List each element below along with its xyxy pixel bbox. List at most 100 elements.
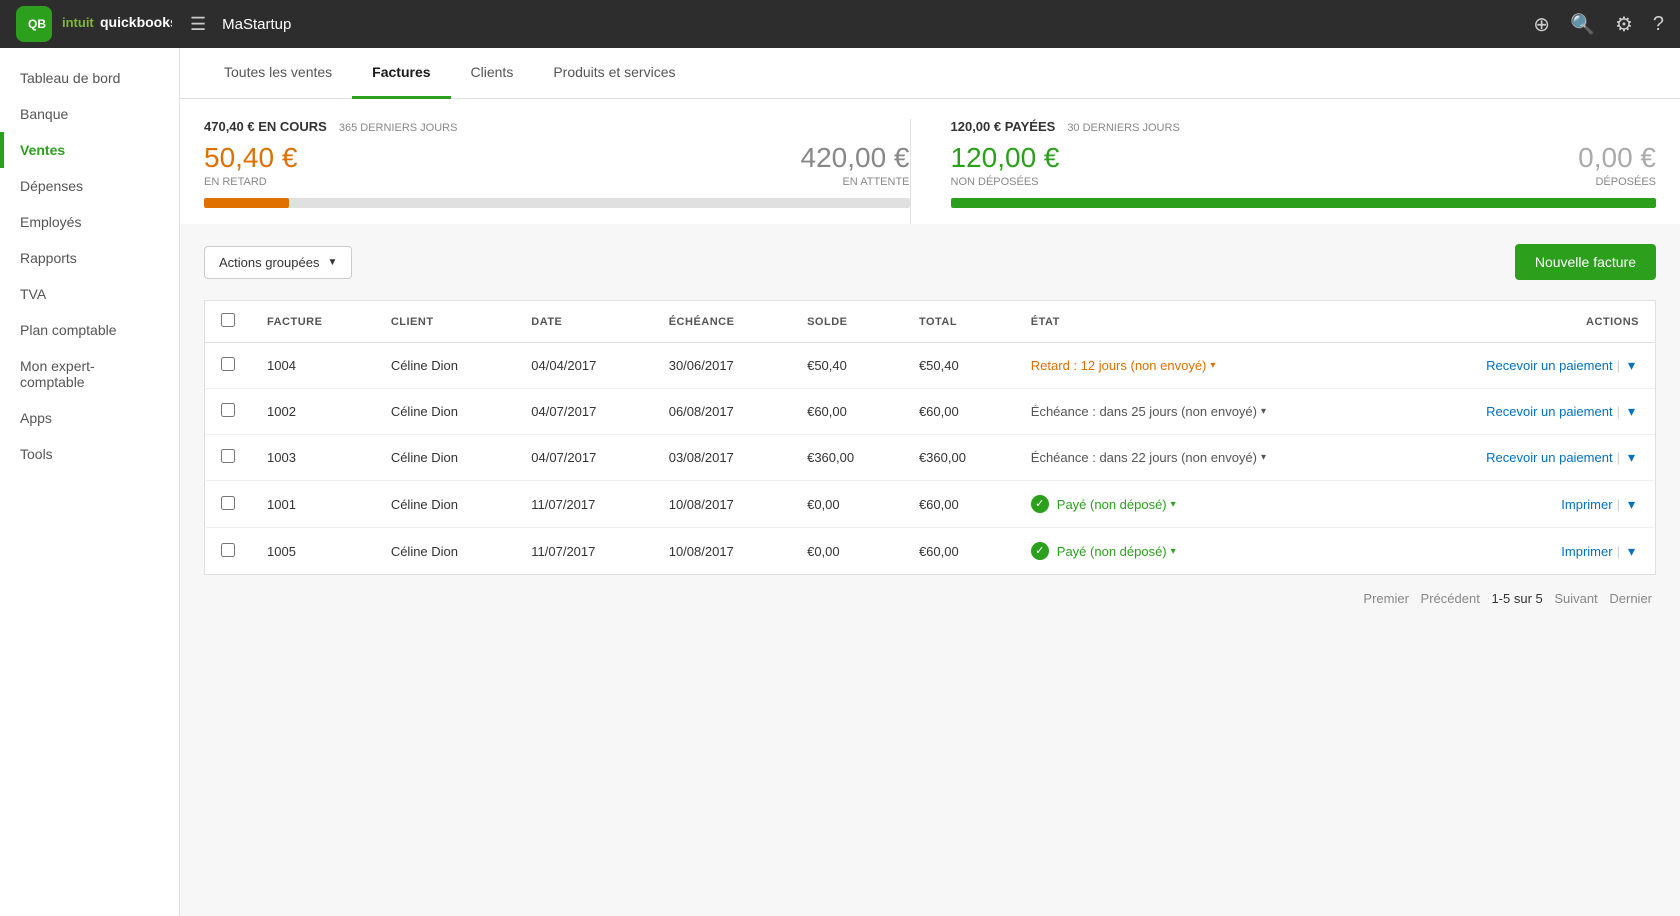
pending-label: EN ATTENTE: [801, 176, 910, 188]
company-name[interactable]: MaStartup: [222, 16, 291, 33]
actions-bar: Actions groupées ▼ Nouvelle facture: [180, 224, 1680, 300]
pagination-prev[interactable]: Précédent: [1421, 591, 1480, 606]
undeposited-value: 120,00 €: [951, 142, 1060, 174]
action-dropdown-button[interactable]: ▾: [1624, 449, 1639, 466]
summary-period-left: 365 DERNIERS JOURS: [339, 122, 458, 134]
row-date: 04/04/2017: [515, 343, 652, 389]
sidebar-item-tva[interactable]: TVA: [0, 276, 179, 312]
sidebar-item-expert-comptable[interactable]: Mon expert-comptable: [0, 348, 179, 400]
status-badge[interactable]: Retard : 12 jours (non envoyé) ▾: [1031, 358, 1216, 373]
action-dropdown-button[interactable]: ▾: [1624, 543, 1639, 560]
row-etat: Échéance : dans 25 jours (non envoyé) ▾: [1015, 389, 1393, 435]
row-solde: €360,00: [791, 435, 903, 481]
search-icon[interactable]: 🔍: [1570, 12, 1595, 37]
sidebar-item-employes[interactable]: Employés: [0, 204, 179, 240]
amount-deposited: 0,00 € DÉPOSÉES: [1578, 142, 1656, 188]
tab-factures[interactable]: Factures: [352, 48, 450, 99]
summary-bar-left: [204, 198, 910, 208]
settings-icon[interactable]: ⚙: [1615, 12, 1633, 37]
row-checkbox[interactable]: [221, 403, 235, 417]
header-actions: ACTIONS: [1393, 301, 1655, 343]
action-primary-link[interactable]: Imprimer: [1561, 497, 1612, 512]
status-badge[interactable]: ✓Payé (non déposé) ▾: [1031, 542, 1176, 560]
row-echeance: 03/08/2017: [653, 435, 791, 481]
summary-bar-fill-right: [951, 198, 1657, 208]
table-row: 1002 Céline Dion 04/07/2017 06/08/2017 €…: [205, 389, 1655, 435]
pagination-last[interactable]: Dernier: [1609, 591, 1652, 606]
amount-pending: 420,00 € EN ATTENTE: [801, 142, 910, 188]
summary-bar-fill-left: [204, 198, 289, 208]
row-checkbox[interactable]: [221, 543, 235, 557]
row-total: €50,40: [903, 343, 1015, 389]
action-separator: |: [1617, 404, 1620, 419]
row-checkbox[interactable]: [221, 357, 235, 371]
action-primary-link[interactable]: Recevoir un paiement: [1486, 450, 1612, 465]
row-etat: Échéance : dans 22 jours (non envoyé) ▾: [1015, 435, 1393, 481]
table-body: 1004 Céline Dion 04/04/2017 30/06/2017 €…: [205, 343, 1655, 575]
status-badge[interactable]: Échéance : dans 22 jours (non envoyé) ▾: [1031, 450, 1266, 465]
nouvelle-facture-button[interactable]: Nouvelle facture: [1515, 244, 1656, 280]
action-dropdown-button[interactable]: ▾: [1624, 357, 1639, 374]
row-facture: 1004: [251, 343, 375, 389]
header-facture: FACTURE: [251, 301, 375, 343]
paid-check-icon: ✓: [1031, 495, 1049, 513]
invoices-table-container: FACTURE CLIENT DATE ÉCHÉANCE SOLDE TOTAL…: [204, 300, 1656, 575]
summary-period-right: 30 DERNIERS JOURS: [1067, 122, 1179, 134]
logo-area[interactable]: QB intuit quickbooks: [16, 6, 172, 42]
add-icon[interactable]: ⊕: [1533, 12, 1550, 37]
row-solde: €0,00: [791, 528, 903, 575]
header-echeance: ÉCHÉANCE: [653, 301, 791, 343]
tab-clients[interactable]: Clients: [451, 48, 534, 99]
paid-check-icon: ✓: [1031, 542, 1049, 560]
undeposited-label: NON DÉPOSÉES: [951, 176, 1060, 188]
sidebar-item-apps[interactable]: Apps: [0, 400, 179, 436]
sidebar-item-rapports[interactable]: Rapports: [0, 240, 179, 276]
status-badge[interactable]: Échéance : dans 25 jours (non envoyé) ▾: [1031, 404, 1266, 419]
row-actions: Recevoir un paiement | ▾: [1393, 389, 1655, 435]
pagination-next[interactable]: Suivant: [1554, 591, 1597, 606]
tab-toutes-ventes[interactable]: Toutes les ventes: [204, 48, 352, 99]
tab-produits-services[interactable]: Produits et services: [533, 48, 695, 99]
row-total: €360,00: [903, 435, 1015, 481]
row-client: Céline Dion: [375, 389, 515, 435]
sidebar-item-depenses[interactable]: Dépenses: [0, 168, 179, 204]
row-checkbox[interactable]: [221, 449, 235, 463]
row-etat: ✓Payé (non déposé) ▾: [1015, 481, 1393, 528]
deposited-label: DÉPOSÉES: [1578, 176, 1656, 188]
row-facture: 1003: [251, 435, 375, 481]
main-content: Toutes les ventes Factures Clients Produ…: [180, 48, 1680, 916]
row-etat: ✓Payé (non déposé) ▾: [1015, 528, 1393, 575]
table-header-row: FACTURE CLIENT DATE ÉCHÉANCE SOLDE TOTAL…: [205, 301, 1655, 343]
action-primary-link[interactable]: Recevoir un paiement: [1486, 404, 1612, 419]
pagination-first[interactable]: Premier: [1363, 591, 1409, 606]
sidebar-item-tableau-de-bord[interactable]: Tableau de bord: [0, 60, 179, 96]
action-primary-link[interactable]: Recevoir un paiement: [1486, 358, 1612, 373]
row-date: 11/07/2017: [515, 528, 652, 575]
sidebar: Tableau de bord Banque Ventes Dépenses E…: [0, 48, 180, 916]
sidebar-item-tools[interactable]: Tools: [0, 436, 179, 472]
hamburger-icon[interactable]: ☰: [190, 14, 206, 35]
row-actions: Recevoir un paiement | ▾: [1393, 435, 1655, 481]
status-badge[interactable]: ✓Payé (non déposé) ▾: [1031, 495, 1176, 513]
row-client: Céline Dion: [375, 435, 515, 481]
status-chevron-icon: ▾: [1210, 360, 1215, 371]
sidebar-item-plan-comptable[interactable]: Plan comptable: [0, 312, 179, 348]
summary-panel-en-cours: 470,40 € EN COURS 365 DERNIERS JOURS 50,…: [204, 119, 910, 224]
amount-overdue: 50,40 € EN RETARD: [204, 142, 297, 188]
row-actions: Imprimer|▾: [1393, 528, 1655, 575]
table-row: 1004 Céline Dion 04/04/2017 30/06/2017 €…: [205, 343, 1655, 389]
action-dropdown-button[interactable]: ▾: [1624, 496, 1639, 513]
row-actions: Imprimer|▾: [1393, 481, 1655, 528]
sidebar-item-banque[interactable]: Banque: [0, 96, 179, 132]
actions-groupees-button[interactable]: Actions groupées ▼: [204, 246, 352, 279]
row-checkbox[interactable]: [221, 496, 235, 510]
select-all-checkbox[interactable]: [221, 313, 235, 327]
action-primary-link[interactable]: Imprimer: [1561, 544, 1612, 559]
help-icon[interactable]: ?: [1653, 13, 1664, 36]
row-client: Céline Dion: [375, 481, 515, 528]
pagination: Premier Précédent 1-5 sur 5 Suivant Dern…: [180, 575, 1680, 622]
status-chevron-icon: ▾: [1171, 546, 1176, 557]
action-dropdown-button[interactable]: ▾: [1624, 403, 1639, 420]
action-separator: |: [1617, 450, 1620, 465]
sidebar-item-ventes[interactable]: Ventes: [0, 132, 179, 168]
